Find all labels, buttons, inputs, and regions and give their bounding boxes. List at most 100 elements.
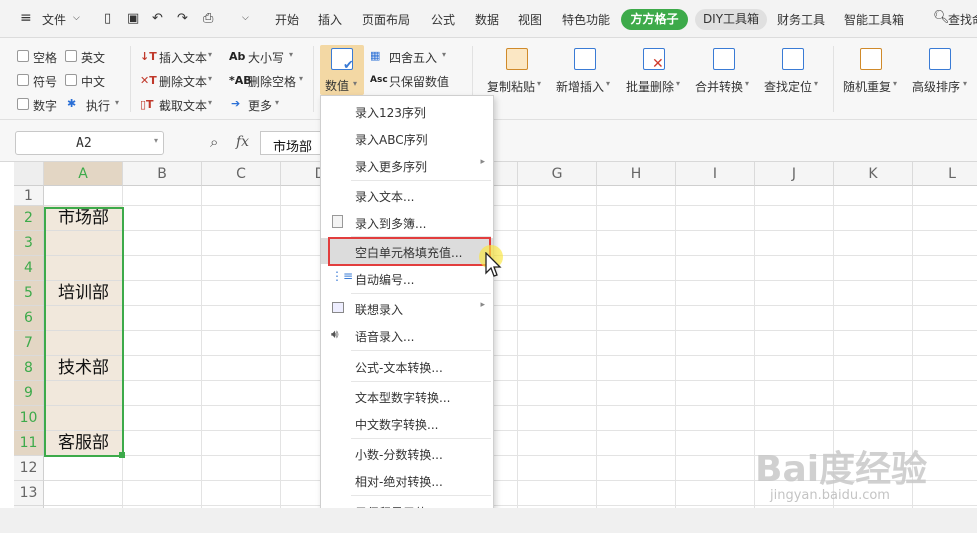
batch-delete-button[interactable]: 批量删除 — [626, 78, 674, 95]
tab-page-layout[interactable]: 页面布局 — [362, 11, 410, 28]
cell-l8[interactable] — [913, 356, 977, 381]
menu-item-123-series[interactable]: 录入123序列 — [321, 98, 493, 124]
cell-c8[interactable] — [202, 356, 281, 381]
row-header-5[interactable]: 5 — [14, 281, 44, 306]
cell-h5[interactable] — [597, 281, 676, 306]
cell-i7[interactable] — [676, 331, 755, 356]
cell-i5[interactable] — [676, 281, 755, 306]
cell-b13[interactable] — [123, 481, 202, 506]
column-header-l[interactable]: L — [913, 162, 977, 186]
insert-text-button[interactable]: 插入文本 — [159, 49, 207, 66]
print-icon[interactable]: ⎙ — [203, 11, 213, 26]
chevron-down-icon[interactable]: ▾ — [275, 98, 279, 107]
checkbox-chinese[interactable] — [65, 74, 77, 86]
chevron-down-icon[interactable]: ▾ — [208, 98, 212, 107]
chevron-down-icon[interactable]: ▾ — [893, 79, 897, 88]
cell-h12[interactable] — [597, 456, 676, 481]
chevron-down-icon[interactable]: ▾ — [208, 74, 212, 83]
cell-g6[interactable] — [518, 306, 597, 331]
row-header-8[interactable]: 8 — [14, 356, 44, 381]
menu-item-auto-number[interactable]: ⋮≡ 自动编号... — [321, 265, 493, 291]
more-button[interactable]: 更多 — [248, 97, 272, 114]
fill-handle[interactable] — [119, 452, 125, 458]
cell-a1[interactable] — [44, 186, 123, 206]
cell-j4[interactable] — [755, 256, 834, 281]
chevron-down-icon[interactable]: ▾ — [676, 79, 680, 88]
redo-icon[interactable]: ↷ — [177, 11, 188, 26]
column-header-j[interactable]: J — [755, 162, 834, 186]
chevron-down-icon[interactable]: ▾ — [814, 79, 818, 88]
file-menu[interactable]: 文件 — [42, 11, 66, 28]
cell-c1[interactable] — [202, 186, 281, 206]
cell-j8[interactable] — [755, 356, 834, 381]
column-header-h[interactable]: H — [597, 162, 676, 186]
cell-j10[interactable] — [755, 406, 834, 431]
more-quick-icon[interactable]: ⌵ — [242, 13, 249, 23]
menu-item-formula-text-convert[interactable]: 公式-文本转换... — [321, 353, 493, 379]
cell-l4[interactable] — [913, 256, 977, 281]
cell-j1[interactable] — [755, 186, 834, 206]
cell-j9[interactable] — [755, 381, 834, 406]
cell-h9[interactable] — [597, 381, 676, 406]
cell-c3[interactable] — [202, 231, 281, 256]
menu-item-chinese-number-convert[interactable]: 中文数字转换... — [321, 410, 493, 436]
chevron-down-icon[interactable]: ▾ — [289, 50, 293, 59]
cell-h8[interactable] — [597, 356, 676, 381]
tab-diy[interactable]: DIY工具箱 — [695, 9, 767, 30]
menu-item-associative-input[interactable]: 联想录入 ▸ — [321, 295, 493, 321]
column-header-k[interactable]: K — [834, 162, 913, 186]
cell-k7[interactable] — [834, 331, 913, 356]
cell-l2[interactable] — [913, 206, 977, 231]
cell-k9[interactable] — [834, 381, 913, 406]
merge-convert-button[interactable]: 合并转换 — [695, 78, 743, 95]
cell-g7[interactable] — [518, 331, 597, 356]
cell-g12[interactable] — [518, 456, 597, 481]
column-header-a[interactable]: A — [44, 162, 123, 186]
cell-c9[interactable] — [202, 381, 281, 406]
tab-data[interactable]: 数据 — [475, 11, 499, 28]
cell-l3[interactable] — [913, 231, 977, 256]
cell-i11[interactable] — [676, 431, 755, 456]
menu-item-relative-absolute-convert[interactable]: 相对-绝对转换... — [321, 467, 493, 493]
row-header-2[interactable]: 2 — [14, 206, 44, 231]
cell-c11[interactable] — [202, 431, 281, 456]
cell-c2[interactable] — [202, 206, 281, 231]
chevron-down-icon[interactable]: ▾ — [963, 79, 967, 88]
chevron-down-icon[interactable]: ▾ — [537, 79, 541, 88]
cell-h13[interactable] — [597, 481, 676, 506]
menu-item-more-series[interactable]: 录入更多序列 ▸ — [321, 152, 493, 178]
cell-g1[interactable] — [518, 186, 597, 206]
chevron-down-icon[interactable]: ▾ — [208, 50, 212, 59]
cell-c6[interactable] — [202, 306, 281, 331]
menu-item-abc-series[interactable]: 录入ABC序列 — [321, 125, 493, 151]
cell-b1[interactable] — [123, 186, 202, 206]
tab-formula[interactable]: 公式 — [431, 11, 455, 28]
cell-i6[interactable] — [676, 306, 755, 331]
cell-c10[interactable] — [202, 406, 281, 431]
cell-b5[interactable] — [123, 281, 202, 306]
cell-l9[interactable] — [913, 381, 977, 406]
cell-k2[interactable] — [834, 206, 913, 231]
cell-a12[interactable] — [44, 456, 123, 481]
cell-b3[interactable] — [123, 231, 202, 256]
chevron-down-icon[interactable]: ▾ — [353, 79, 357, 88]
cell-h3[interactable] — [597, 231, 676, 256]
cell-l6[interactable] — [913, 306, 977, 331]
menu-item-text-number-convert[interactable]: 文本型数字转换... — [321, 383, 493, 409]
row-header-7[interactable]: 7 — [14, 331, 44, 356]
cell-h1[interactable] — [597, 186, 676, 206]
cell-j2[interactable] — [755, 206, 834, 231]
row-header-4[interactable]: 4 — [14, 256, 44, 281]
tab-fangfang[interactable]: 方方格子 — [621, 9, 688, 30]
cell-b9[interactable] — [123, 381, 202, 406]
row-header-6[interactable]: 6 — [14, 306, 44, 331]
chevron-down-icon[interactable]: ▾ — [442, 50, 446, 59]
row-header-12[interactable]: 12 — [14, 456, 44, 481]
cell-c13[interactable] — [202, 481, 281, 506]
row-header-13[interactable]: 13 — [14, 481, 44, 506]
cell-g9[interactable] — [518, 381, 597, 406]
cell-k10[interactable] — [834, 406, 913, 431]
delete-text-button[interactable]: 删除文本 — [159, 73, 207, 90]
cell-l10[interactable] — [913, 406, 977, 431]
cell-b11[interactable] — [123, 431, 202, 456]
